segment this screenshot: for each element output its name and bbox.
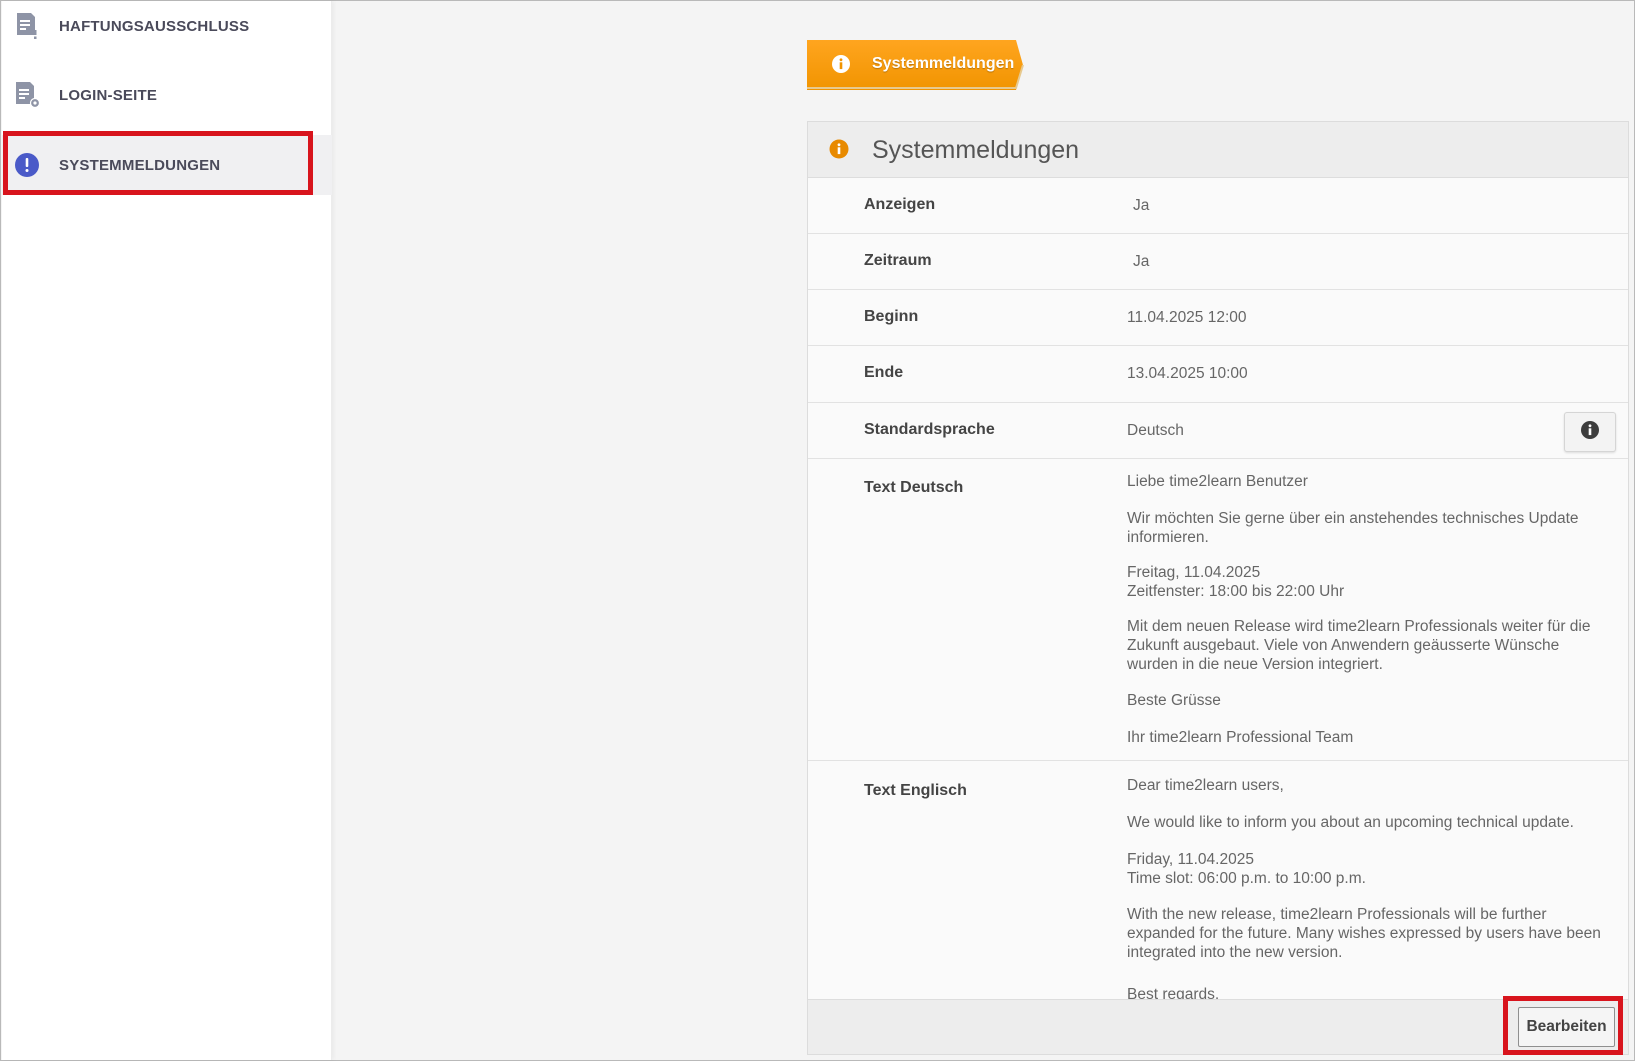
sidebar-item-label: HAFTUNGSAUSSCHLUSS xyxy=(59,17,250,35)
panel-header: Systemmeldungen xyxy=(808,122,1628,178)
text-paragraph: Ihr time2learn Professional Team xyxy=(1127,729,1354,746)
field-label: Standardsprache xyxy=(864,421,995,438)
field-row-beginn: Beginn 11.04.2025 12:00 xyxy=(808,290,1628,346)
field-row-text-deutsch: Text Deutsch Liebe time2learn Benutzer W… xyxy=(808,459,1628,761)
field-label: Beginn xyxy=(864,308,919,325)
text-paragraph: With the new release, time2learn Profess… xyxy=(1127,906,1601,961)
system-messages-panel: Systemmeldungen Anzeigen Ja Zeitraum Ja … xyxy=(807,121,1629,1055)
field-value: 11.04.2025 12:00 xyxy=(1127,309,1247,326)
field-label: Anzeigen xyxy=(864,196,936,213)
field-row-anzeigen: Anzeigen Ja xyxy=(808,178,1628,234)
field-label: Text Deutsch xyxy=(864,479,964,496)
sidebar-item-systemmeldungen[interactable]: SYSTEMMELDUNGEN xyxy=(2,135,332,195)
document-settings-icon xyxy=(12,80,42,110)
panel-title: Systemmeldungen xyxy=(872,136,1080,164)
field-value: 13.04.2025 10:00 xyxy=(1127,365,1248,382)
text-paragraph: Dear time2learn users, xyxy=(1127,777,1284,794)
field-row-standardsprache: Standardsprache Deutsch xyxy=(808,403,1628,459)
text-paragraph: Freitag, 11.04.2025 Zeitfenster: 18:00 b… xyxy=(1127,564,1345,600)
field-value: Ja xyxy=(1133,197,1150,214)
text-paragraph: We would like to inform you about an upc… xyxy=(1127,814,1574,831)
field-row-ende: Ende 13.04.2025 10:00 xyxy=(808,346,1628,403)
field-label: Zeitraum xyxy=(864,252,932,269)
info-circle-icon xyxy=(831,54,851,74)
field-label: Text Englisch xyxy=(864,782,967,799)
field-row-zeitraum: Zeitraum Ja xyxy=(808,234,1628,290)
field-row-text-englisch: Text Englisch Dear time2learn users, We … xyxy=(808,761,1628,999)
field-label: Ende xyxy=(864,364,904,381)
document-warning-icon xyxy=(12,11,42,41)
sidebar-item-haftungsausschluss[interactable]: HAFTUNGSAUSSCHLUSS xyxy=(2,0,332,56)
field-value: Ja xyxy=(1133,253,1150,270)
text-paragraph: Wir möchten Sie gerne über ein anstehend… xyxy=(1127,510,1579,546)
exclamation-circle-icon xyxy=(12,150,42,180)
info-circle-icon xyxy=(1580,420,1600,445)
info-circle-icon xyxy=(829,139,849,159)
text-paragraph: Best regards, xyxy=(1127,986,1220,999)
text-paragraph: Friday, 11.04.2025 Time slot: 06:00 p.m.… xyxy=(1127,851,1366,887)
sidebar-item-label: LOGIN-SEITE xyxy=(59,86,158,104)
edit-button[interactable]: Bearbeiten xyxy=(1518,1007,1615,1047)
text-paragraph: Mit dem neuen Release wird time2learn Pr… xyxy=(1127,618,1591,673)
sidebar-item-label: SYSTEMMELDUNGEN xyxy=(59,156,221,174)
field-value: Deutsch xyxy=(1127,422,1184,439)
text-paragraph: Liebe time2learn Benutzer xyxy=(1127,473,1308,490)
sidebar-item-login-seite[interactable]: LOGIN-SEITE xyxy=(2,65,332,125)
panel-footer: Bearbeiten xyxy=(808,999,1628,1054)
breadcrumb[interactable]: Systemmeldungen xyxy=(807,40,1024,90)
text-paragraph: Beste Grüsse xyxy=(1127,692,1221,709)
language-info-button[interactable] xyxy=(1564,412,1616,452)
sidebar: HAFTUNGSAUSSCHLUSS LOGIN-SEITE SYSTEMMEL… xyxy=(2,1,332,1060)
breadcrumb-label: Systemmeldungen xyxy=(872,55,1015,72)
